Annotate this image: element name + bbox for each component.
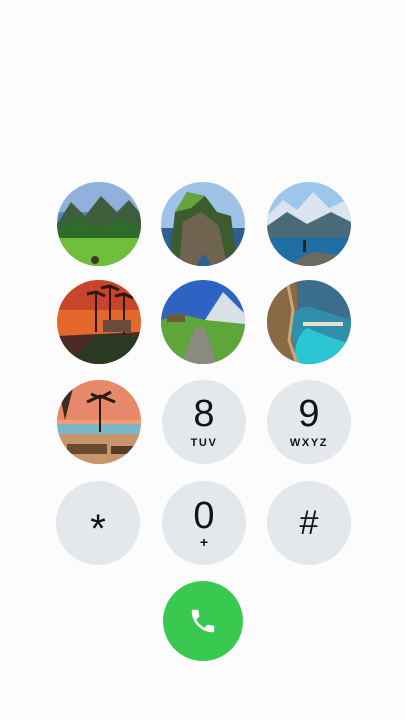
key-0-plus: + — [199, 534, 209, 550]
key-8-digit: 8 — [193, 392, 215, 435]
pool-photo-image — [267, 280, 351, 364]
photo-key-mountain-trail[interactable] — [161, 280, 245, 364]
sunset-photo-image — [57, 280, 141, 364]
meadow-photo-image — [57, 182, 141, 266]
call-button[interactable] — [163, 581, 243, 661]
phone-icon — [191, 609, 215, 633]
key-star[interactable]: * — [56, 481, 140, 565]
dialer-keypad: 8 TUV 9 WXYZ * 0 + # — [0, 0, 405, 720]
key-0[interactable]: 0 + — [162, 481, 246, 565]
key-hash[interactable]: # — [267, 481, 351, 565]
key-0-digit: 0 — [193, 495, 215, 537]
photo-key-alpine-lake[interactable] — [267, 182, 351, 266]
photo-key-resort-pool[interactable] — [267, 280, 351, 364]
lake-photo-image — [267, 182, 351, 266]
key-star-symbol: * — [90, 507, 106, 551]
photo-key-beach-sunset[interactable] — [57, 380, 141, 464]
key-8-letters: TUV — [190, 436, 218, 449]
beach-photo-image — [57, 380, 141, 464]
key-9-letters: WXYZ — [289, 436, 329, 449]
photo-key-sunset-palms[interactable] — [57, 280, 141, 364]
key-9[interactable]: 9 WXYZ — [267, 380, 351, 464]
key-hash-symbol: # — [299, 504, 319, 542]
photo-key-sea-cliff[interactable] — [161, 182, 245, 266]
cliff-photo-image — [161, 182, 245, 266]
trail-photo-image — [161, 280, 245, 364]
key-8[interactable]: 8 TUV — [162, 380, 246, 464]
key-9-digit: 9 — [298, 392, 320, 435]
photo-key-green-meadow[interactable] — [57, 182, 141, 266]
